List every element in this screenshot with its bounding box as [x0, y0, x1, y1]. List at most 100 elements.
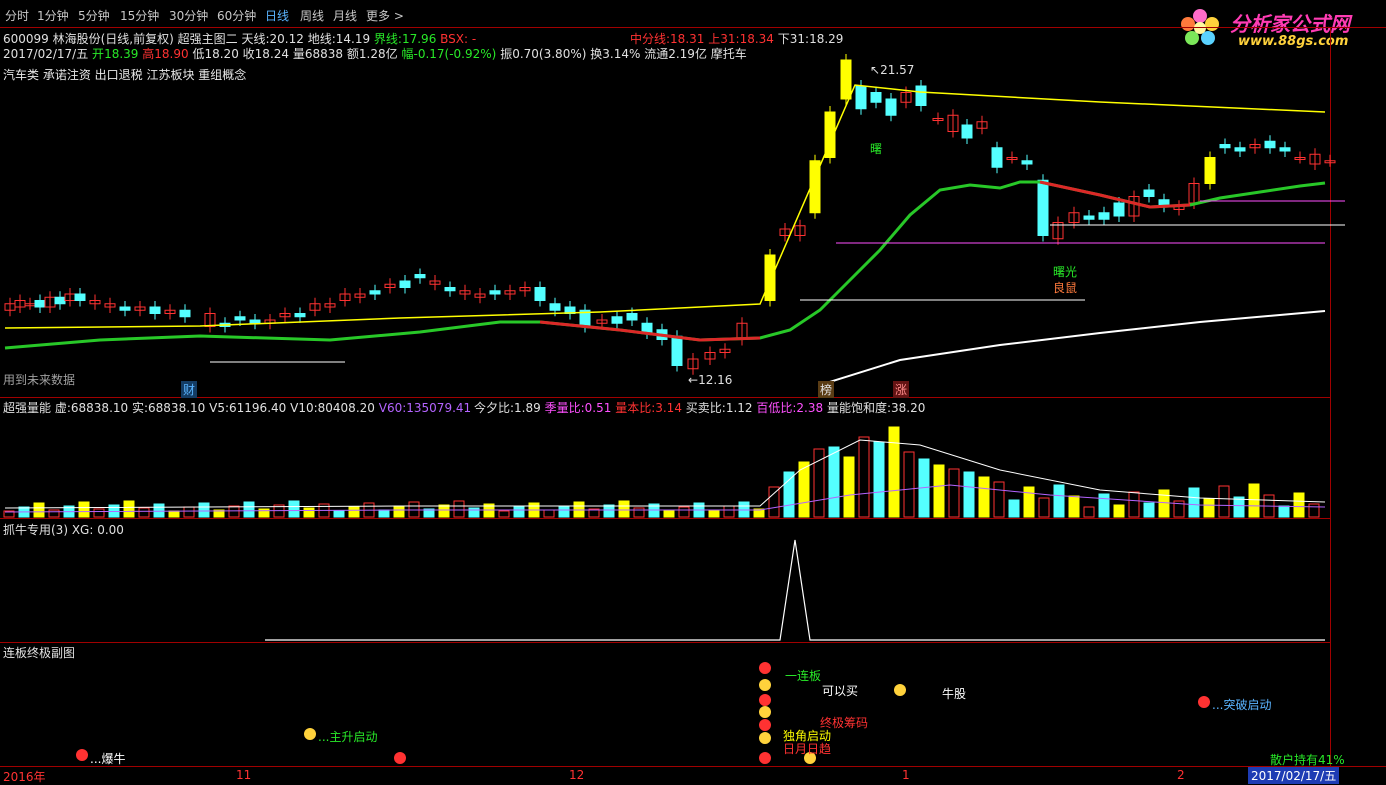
- candle-body: [489, 290, 501, 295]
- candle-body: [1037, 179, 1049, 236]
- candle-body: [1021, 160, 1033, 165]
- volume-bar: [33, 502, 45, 518]
- volume-bar: [708, 509, 720, 518]
- volume-bar: [558, 505, 570, 518]
- volume-bar: [348, 506, 360, 518]
- candle-body: [991, 147, 1003, 168]
- shi-value: 68838.10: [148, 401, 206, 415]
- v10-label: V10:: [290, 401, 318, 415]
- volume-bar: [603, 504, 615, 518]
- volume-bar: [1038, 497, 1050, 518]
- candle-body: [626, 313, 638, 321]
- volume-bar: [78, 501, 90, 518]
- xaxis-label-12: 12: [569, 768, 585, 782]
- volume-bar: [1098, 493, 1110, 518]
- jinxi-value: 1.89: [514, 401, 541, 415]
- candle-body: [444, 287, 456, 292]
- signal-ball-icon: [1198, 696, 1210, 708]
- v60-value: 135079.41: [406, 401, 472, 415]
- candle-body: [764, 254, 776, 301]
- candle-body: [549, 303, 561, 311]
- candle-body: [915, 85, 927, 106]
- candle-body: [611, 316, 623, 324]
- volume-bar: [633, 507, 645, 518]
- xu-value: 68838.10: [70, 401, 129, 415]
- signal-ball-icon: [76, 749, 88, 761]
- signal-niugu: 牛股: [942, 687, 967, 701]
- volume-ma-white: [4, 439, 1326, 509]
- volume-bar: [468, 507, 480, 518]
- volume-bar: [453, 500, 465, 518]
- future-data-warning: 用到未来数据: [3, 373, 76, 387]
- candle-body: [1279, 147, 1291, 152]
- signal-ball-icon: [759, 732, 771, 744]
- candle-body: [1098, 212, 1110, 220]
- volume-bar: [138, 507, 150, 518]
- volume-bar: [933, 464, 945, 518]
- candle-body: [1143, 189, 1155, 197]
- volume-bar: [1128, 491, 1140, 518]
- signal-ball-icon: [894, 684, 906, 696]
- volume-bar: [1278, 505, 1290, 518]
- volume-bar: [168, 510, 180, 518]
- liangben-value: 3.14: [655, 401, 682, 415]
- baidi-label: 百低比:: [756, 401, 797, 415]
- volume-bar: [93, 508, 105, 518]
- baohe-label: 量能饱和度:: [826, 401, 892, 415]
- lianban-title: 连板终极副图: [3, 646, 76, 660]
- candle-body: [840, 59, 852, 100]
- signal-ball-icon: [759, 679, 771, 691]
- xaxis-label-1: 1: [902, 768, 910, 782]
- marker-bang[interactable]: 榜: [818, 381, 835, 398]
- tianxian-line: [4, 84, 1326, 329]
- signal-ball-icon: [759, 662, 771, 674]
- volume-bar: [513, 506, 525, 518]
- candle-body: [1083, 215, 1095, 220]
- volume-bar: [393, 505, 405, 518]
- signal-yilianban: 一连板: [785, 669, 822, 683]
- volume-bar: [198, 502, 210, 518]
- maimai-label: 买卖比:: [685, 401, 726, 415]
- volume-bar: [303, 507, 315, 518]
- v60-label: V60:: [378, 401, 407, 415]
- volume-bar: [858, 436, 870, 518]
- zhuaniu-title: 抓牛专用(3) XG: 0.00: [3, 523, 124, 537]
- volume-bar: [498, 510, 510, 518]
- label-liangji: 良鼠: [1053, 281, 1078, 295]
- volume-bar: [948, 468, 960, 518]
- candle-body: [1264, 140, 1276, 149]
- marker-zhang[interactable]: 涨: [893, 381, 910, 398]
- signal-ball-icon: [304, 728, 316, 740]
- marker-cai[interactable]: 财: [181, 381, 198, 398]
- dixian-line: [819, 310, 1326, 386]
- volume-bar: [903, 451, 915, 518]
- candle-body: [1204, 157, 1216, 184]
- volume-bar: [1218, 485, 1230, 518]
- signal-rimu: 日月日趋: [783, 742, 832, 756]
- v5-label: V5:: [209, 401, 230, 415]
- volume-bar: [1188, 487, 1200, 518]
- label-shuguang: 曙光: [1053, 265, 1078, 279]
- volume-bar: [1023, 486, 1035, 518]
- volume-bar: [1293, 492, 1305, 518]
- volume-bar: [1308, 503, 1320, 518]
- volume-bar: [843, 456, 855, 518]
- volume-bar: [438, 504, 450, 518]
- volume-bar: [123, 500, 135, 518]
- candle-body: [1113, 202, 1125, 217]
- volume-bar: [228, 505, 240, 518]
- candle-body: [119, 306, 131, 311]
- volume-bar: [993, 481, 1005, 518]
- jinxi-label: 今夕比:: [474, 401, 515, 415]
- baidi-value: 2.38: [796, 401, 824, 415]
- volume-bar: [243, 501, 255, 518]
- candle-body: [534, 287, 546, 301]
- signal-ball-icon: [759, 694, 771, 706]
- volume-header: 超强量能 虚:68838.10 实:68838.10 V5:61196.40 V…: [3, 399, 471, 416]
- high-annotation: ↖21.57: [870, 63, 915, 77]
- v5-value: 61196.40: [229, 401, 287, 415]
- ma-line-green: [4, 180, 1326, 350]
- zhuaniu-signal-line: [265, 539, 1325, 641]
- label-shu: 曙: [870, 142, 883, 156]
- signal-keyimai: 可以买: [822, 684, 859, 698]
